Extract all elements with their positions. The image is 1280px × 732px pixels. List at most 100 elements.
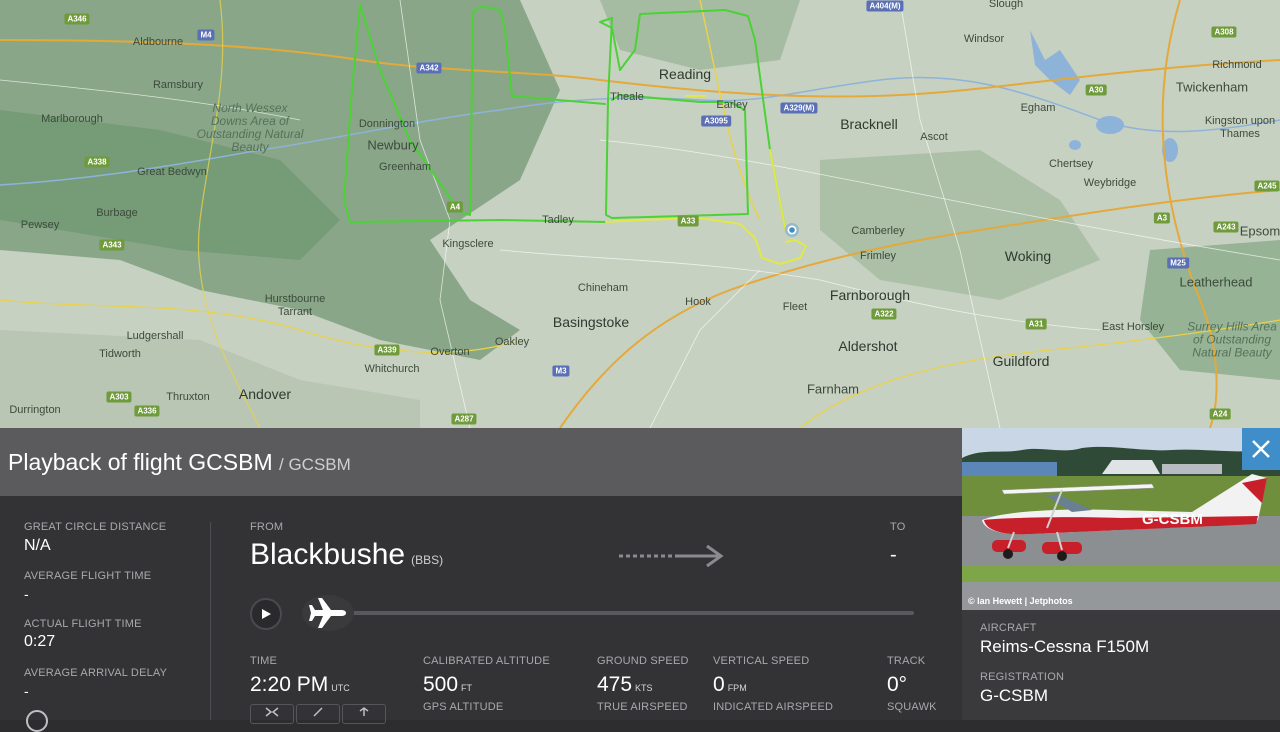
aircraft-value: Reims-Cessna F150M [980, 637, 1150, 656]
calibrated-altitude-unit: FT [461, 683, 473, 693]
road-shield: A245 [1254, 180, 1280, 192]
to-value: - [890, 544, 897, 566]
airplane-icon [309, 598, 346, 628]
map-place: Kingsclere [442, 238, 494, 250]
aircraft-label: AIRCRAFT [980, 622, 1037, 634]
from-airport[interactable]: Blackbushe (BBS) [250, 538, 443, 572]
vertical-speed-label: VERTICAL SPEED [713, 655, 810, 667]
road-shield: A3095 [701, 115, 731, 127]
vertical-speed-text: 0 [713, 673, 725, 696]
map-place: East Horsley [1101, 321, 1165, 333]
speed-icon [313, 707, 323, 717]
map-place: Overton [430, 346, 470, 358]
aircraft-info: AIRCRAFT Reims-Cessna F150M REGISTRATION… [962, 610, 1280, 720]
time-label: TIME [250, 655, 278, 667]
map-town-aldershot: Aldershot [838, 338, 898, 354]
timeline-handle[interactable] [302, 595, 354, 631]
map-area-surrey-hills: Surrey Hills Area of Outstanding Natural… [1187, 319, 1277, 360]
calibrated-altitude-text: 500 [423, 673, 459, 696]
road-shield: A339 [374, 344, 400, 356]
map-town-reading: Reading [658, 66, 712, 82]
flight-info-panel: GREAT CIRCLE DISTANCE N/A AVERAGE FLIGHT… [0, 496, 962, 732]
route-arrow-icon [619, 544, 724, 568]
vertical-speed-unit: FPM [727, 683, 747, 693]
indicated-airspeed-label: INDICATED AIRSPEED [713, 701, 834, 713]
registration-label: REGISTRATION [980, 671, 1065, 683]
average-arrival-delay-label: AVERAGE ARRIVAL DELAY [24, 667, 168, 679]
road-shield: A404(M) [866, 0, 904, 12]
playback-control-3[interactable] [342, 704, 386, 724]
map-place: Ascot [920, 131, 948, 143]
info-circle-icon[interactable] [26, 710, 48, 732]
map-view[interactable]: Reading Bracknell Basingstoke Farnboroug… [0, 0, 1280, 428]
from-airport-name: Blackbushe [250, 538, 406, 571]
road-shield: A336 [134, 405, 160, 417]
time-value-text: 2:20 PM [250, 673, 329, 696]
road-shield: M3 [552, 365, 570, 377]
playback-control-1[interactable] [250, 704, 294, 724]
road-shield: A31 [1025, 318, 1047, 330]
play-button[interactable] [250, 598, 282, 630]
road-shield: A30 [1085, 84, 1107, 96]
actual-flight-time-label: ACTUAL FLIGHT TIME [24, 618, 142, 630]
map-town-bracknell: Bracknell [840, 116, 898, 132]
aircraft-photo-image: G-CSBM [962, 428, 1280, 610]
map-place: Pewsey [20, 219, 60, 231]
panel-divider [210, 522, 211, 720]
play-icon [262, 609, 271, 619]
map-place: Chineham [577, 282, 629, 294]
map-town-twickenham: Twickenham [1175, 79, 1249, 95]
flight-title-text: Playback of flight GCSBM [8, 449, 273, 475]
map-place: Fleet [782, 301, 808, 313]
map-place: Great Bedwyn [137, 166, 207, 178]
map-place: Slough [988, 0, 1024, 10]
map-place: Marlborough [41, 113, 103, 125]
average-arrival-delay-value: - [24, 683, 29, 699]
map-place: Durrington [9, 404, 61, 416]
photo-credit[interactable]: © Ian Hewett | Jetphotos [968, 596, 1073, 606]
road-shield: A4 [446, 201, 464, 213]
map-place: Thruxton [166, 391, 210, 403]
road-shield: M4 [197, 29, 215, 41]
actual-flight-time-value: 0:27 [24, 633, 56, 650]
flight-title: Playback of flight GCSBM / GCSBM [8, 449, 351, 476]
map-place: Hurstbourne Tarrant [264, 293, 326, 318]
road-shield: A342 [416, 62, 442, 74]
gps-altitude-label: GPS ALTITUDE [423, 701, 504, 713]
map-place: Aldbourne [132, 36, 184, 48]
map-place: Burbage [96, 207, 138, 219]
great-circle-distance-label: GREAT CIRCLE DISTANCE [24, 521, 167, 533]
playback-timeline[interactable] [330, 611, 914, 615]
close-button[interactable] [1242, 428, 1280, 470]
road-shield: A338 [84, 156, 110, 168]
flight-header: Playback of flight GCSBM / GCSBM [0, 428, 962, 496]
shrink-icon [265, 707, 279, 717]
road-shield: A343 [99, 239, 125, 251]
aircraft-photo[interactable]: G-CSBM © Ian Hewett | Jetphotos [962, 428, 1280, 610]
map-place: Egham [1020, 102, 1056, 114]
map-place: Kingston upon Thames [1204, 115, 1276, 140]
map-place: Oakley [494, 336, 530, 348]
map-place: Windsor [963, 33, 1005, 45]
calibrated-altitude-label: CALIBRATED ALTITUDE [423, 655, 550, 667]
map-town-newbury: Newbury [367, 137, 419, 153]
map-place: Donnington [358, 118, 416, 130]
track-label: TRACK [887, 655, 926, 667]
from-airport-code: (BBS) [411, 553, 444, 567]
map-town-farnborough: Farnborough [829, 287, 911, 303]
map-place: Chertsey [1048, 158, 1094, 170]
map-town-farnham: Farnham [806, 381, 860, 397]
road-shield: A322 [871, 308, 897, 320]
to-label: TO [890, 521, 906, 533]
map-place: Ramsbury [152, 79, 204, 91]
map-place: Greenham [379, 161, 431, 173]
map-place: Tidworth [99, 348, 141, 360]
airport-marker-icon[interactable] [785, 223, 799, 237]
registration-value: G-CSBM [980, 686, 1048, 705]
average-flight-time-value: - [24, 586, 29, 602]
ground-speed-label: GROUND SPEED [597, 655, 689, 667]
map-place: Frimley [859, 250, 897, 262]
map-place: Theale [610, 91, 644, 103]
share-icon [359, 707, 369, 716]
playback-control-2[interactable] [296, 704, 340, 724]
